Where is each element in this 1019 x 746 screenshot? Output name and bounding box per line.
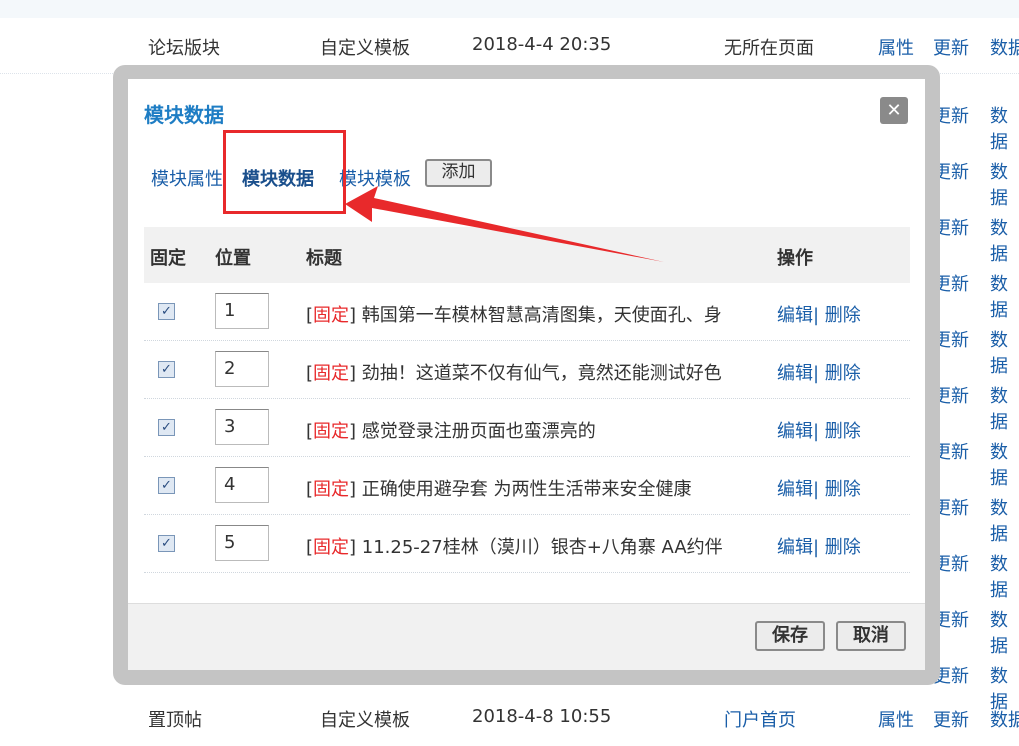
background-row-actions: 更新 数据: [930, 198, 1019, 265]
attr-link[interactable]: 属性: [878, 34, 914, 60]
background-row-actions: 更新 数据: [930, 310, 1019, 377]
row-title: [固定] 正确使用避孕套 为两性生活带来安全健康: [306, 479, 692, 500]
row-title: [固定] 韩国第一车模林智慧高清图集，天使面孔、身: [306, 305, 722, 326]
table-row: ✓ 1 [固定] 韩国第一车模林智慧高清图集，天使面孔、身 编辑| 删除: [144, 283, 910, 341]
table-row: ✓ 2 [固定] 劲抽！这道菜不仅有仙气，竟然还能测试好色 编辑| 删除: [144, 341, 910, 399]
position-input[interactable]: 5: [215, 525, 269, 561]
fixed-checkbox[interactable]: ✓: [158, 361, 175, 378]
row-title-text: 11.25-27桂林（漠川）银杏+八角寨 AA约伴: [361, 537, 723, 558]
update-link[interactable]: 更新: [933, 706, 969, 732]
dialog-title: 模块数据: [144, 103, 224, 127]
edit-link[interactable]: 编辑: [777, 537, 813, 558]
background-row-actions: 更新 数据: [930, 590, 1019, 657]
table-row: ✓ 5 [固定] 11.25-27桂林（漠川）银杏+八角寨 AA约伴 编辑| 删除: [144, 515, 910, 573]
row-title: [固定] 11.25-27桂林（漠川）银杏+八角寨 AA约伴: [306, 537, 723, 558]
row-title: [固定] 劲抽！这道菜不仅有仙气，竟然还能测试好色: [306, 363, 722, 384]
edit-link[interactable]: 编辑: [777, 421, 813, 442]
position-input[interactable]: 4: [215, 467, 269, 503]
table-row: ✓ 3 [固定] 感觉登录注册页面也蛮漂亮的 编辑| 删除: [144, 399, 910, 457]
delete-link[interactable]: 删除: [825, 305, 861, 326]
delete-link[interactable]: 删除: [825, 421, 861, 442]
module-page: 无所在页面: [724, 38, 814, 59]
update-link[interactable]: 更新: [933, 34, 969, 60]
attr-link[interactable]: 属性: [878, 706, 914, 732]
fixed-tag: 固定: [313, 537, 350, 558]
add-button[interactable]: 添加: [425, 159, 492, 187]
column-action: 操作: [777, 248, 813, 269]
row-actions: 编辑| 删除: [777, 479, 861, 500]
row-title-text: 劲抽！这道菜不仅有仙气，竟然还能测试好色: [361, 363, 722, 384]
fixed-checkbox[interactable]: ✓: [158, 477, 175, 494]
module-name: 论坛版块: [148, 38, 220, 59]
position-input[interactable]: 2: [215, 351, 269, 387]
edit-link[interactable]: 编辑: [777, 363, 813, 384]
highlight-box: [223, 130, 346, 214]
save-button[interactable]: 保存: [755, 621, 825, 651]
row-title-text: 正确使用避孕套 为两性生活带来安全健康: [361, 479, 692, 500]
module-template: 自定义模板: [320, 710, 410, 731]
tab-module-template[interactable]: 模块模板: [339, 165, 411, 191]
background-row-actions: 更新 数据: [930, 478, 1019, 545]
row-actions: 编辑| 删除: [777, 537, 861, 558]
row-actions: 编辑| 删除: [777, 305, 861, 326]
edit-link[interactable]: 编辑: [777, 305, 813, 326]
fixed-tag: 固定: [313, 479, 350, 500]
edit-link[interactable]: 编辑: [777, 479, 813, 500]
module-template: 自定义模板: [320, 38, 410, 59]
data-link[interactable]: 数据: [990, 34, 1019, 60]
column-title: 标题: [306, 248, 342, 269]
fixed-tag: 固定: [313, 363, 350, 384]
background-row-actions: 更新 数据: [930, 142, 1019, 209]
fixed-checkbox[interactable]: ✓: [158, 419, 175, 436]
row-title-text: 韩国第一车模林智慧高清图集，天使面孔、身: [361, 305, 722, 326]
delete-link[interactable]: 删除: [825, 363, 861, 384]
background-row-actions: 更新 数据: [930, 86, 1019, 153]
dialog-footer: 保存 取消: [128, 603, 925, 670]
row-actions: 编辑| 删除: [777, 421, 861, 442]
table-header: 固定 位置 标题 操作: [144, 227, 910, 283]
module-date: 2018-4-4 20:35: [472, 34, 612, 55]
row-title: [固定] 感觉登录注册页面也蛮漂亮的: [306, 421, 596, 442]
data-link[interactable]: 数据: [990, 706, 1019, 732]
fixed-checkbox[interactable]: ✓: [158, 303, 175, 320]
tab-module-attributes[interactable]: 模块属性: [151, 165, 223, 191]
module-date: 2018-4-8 10:55: [472, 706, 612, 727]
module-data-dialog: 模块数据 ✕ 模块属性 模块数据 模块模板 添加 固定 位置 标题 操作 ✓ 1[…: [128, 79, 925, 670]
delete-link[interactable]: 删除: [825, 537, 861, 558]
background-row-bottom: 置顶帖 自定义模板 2018-4-8 10:55 门户首页 属性 更新 数据: [0, 690, 1019, 746]
table-row: ✓ 4 [固定] 正确使用避孕套 为两性生活带来安全健康 编辑| 删除: [144, 457, 910, 515]
background-row-actions: 更新 数据: [930, 422, 1019, 489]
fixed-tag: 固定: [313, 305, 350, 326]
position-input[interactable]: 3: [215, 409, 269, 445]
delete-link[interactable]: 删除: [825, 479, 861, 500]
fixed-tag: 固定: [313, 421, 350, 442]
position-input[interactable]: 1: [215, 293, 269, 329]
cancel-button[interactable]: 取消: [836, 621, 906, 651]
fixed-checkbox[interactable]: ✓: [158, 535, 175, 552]
column-position: 位置: [215, 248, 251, 269]
module-name: 置顶帖: [148, 710, 202, 731]
module-page-link[interactable]: 门户首页: [724, 706, 796, 732]
top-band: [0, 0, 1019, 18]
background-row-actions: 更新 数据: [930, 254, 1019, 321]
close-icon[interactable]: ✕: [880, 97, 908, 124]
background-row-actions: 更新 数据: [930, 366, 1019, 433]
row-title-text: 感觉登录注册页面也蛮漂亮的: [361, 421, 596, 442]
column-fixed: 固定: [150, 248, 186, 269]
background-row-actions: 更新 数据: [930, 534, 1019, 601]
row-actions: 编辑| 删除: [777, 363, 861, 384]
